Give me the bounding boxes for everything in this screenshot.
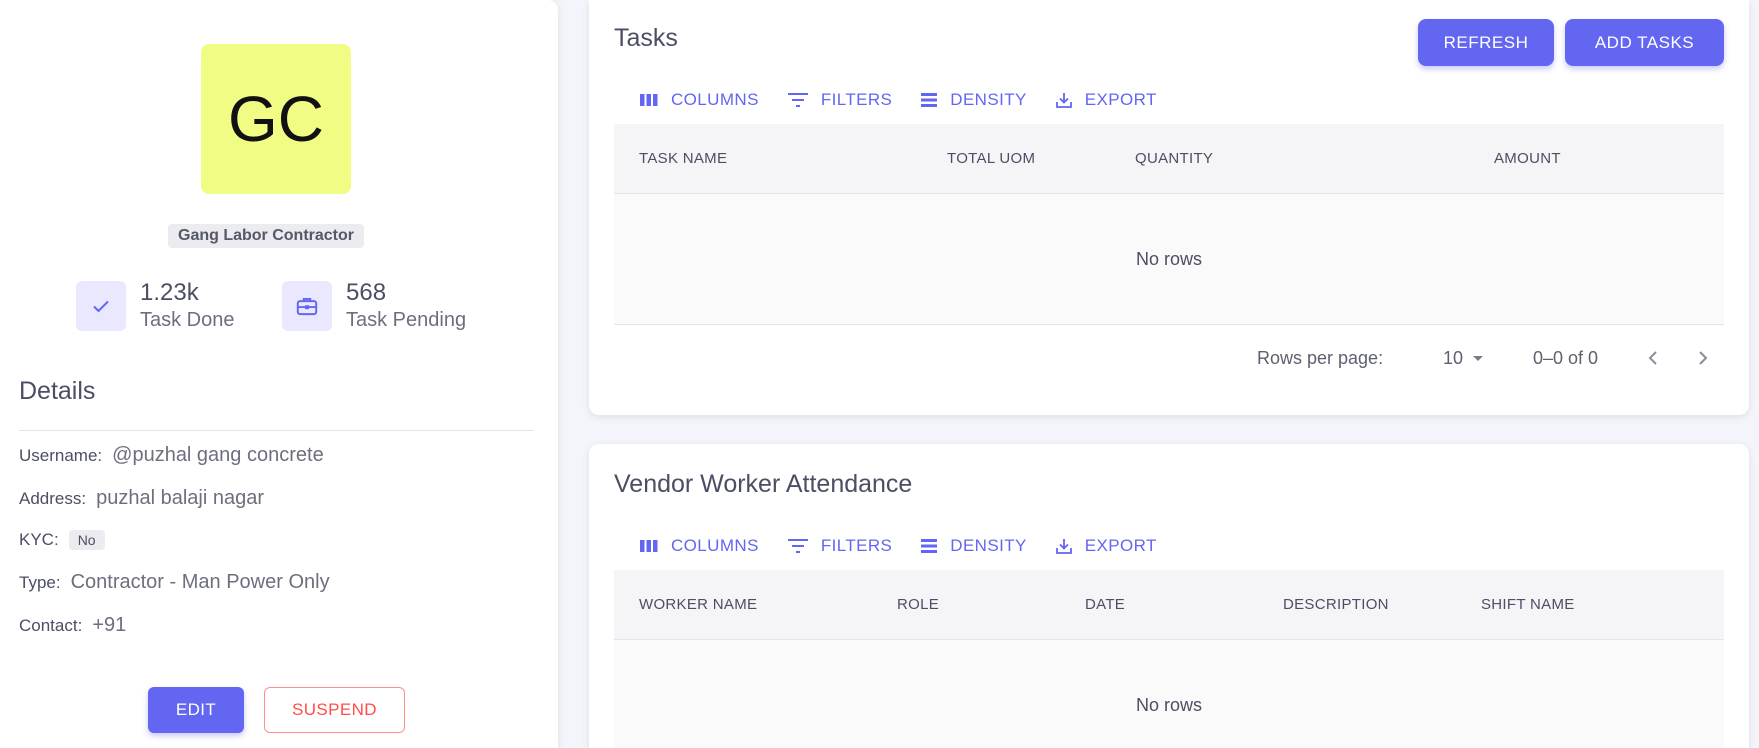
columns-label: COLUMNS xyxy=(671,536,759,555)
columns-icon xyxy=(640,540,658,552)
filters-label: FILTERS xyxy=(820,536,893,555)
detail-value: +91 xyxy=(92,614,127,636)
detail-value: Contractor - Man Power Only xyxy=(70,571,330,593)
briefcase-icon xyxy=(282,281,332,331)
rows-per-page-select[interactable]: 10 xyxy=(1443,338,1484,378)
columns-button[interactable]: COLUMNS xyxy=(639,536,759,556)
column-header[interactable]: WORKER NAME xyxy=(639,570,757,640)
filters-label: FILTERS xyxy=(820,90,893,109)
density-button[interactable]: DENSITY xyxy=(920,536,1026,556)
export-label: EXPORT xyxy=(1084,536,1157,555)
attendance-card: Vendor Worker Attendance COLUMNS FILTERS… xyxy=(589,444,1749,748)
density-icon xyxy=(921,539,938,553)
attendance-grid: WORKER NAME ROLE DATE DESCRIPTION SHIFT … xyxy=(614,570,1724,748)
filters-button[interactable]: FILTERS xyxy=(787,536,892,556)
download-icon xyxy=(1055,539,1072,554)
detail-kyc: KYC: No xyxy=(19,530,105,550)
avatar: GC xyxy=(201,44,351,194)
empty-text: No rows xyxy=(1135,248,1202,269)
detail-type: Type: Contractor - Man Power Only xyxy=(19,571,330,594)
attendance-toolbar: COLUMNS FILTERS DENSITY EXPORT xyxy=(639,536,1185,556)
suspend-button[interactable]: SUSPEND xyxy=(264,687,405,733)
stat-label: Task Done xyxy=(140,309,235,331)
column-header[interactable]: DATE xyxy=(1085,570,1125,640)
prev-page-button[interactable] xyxy=(1646,338,1660,392)
tasks-card: Tasks REFRESH ADD TASKS COLUMNS FILTERS … xyxy=(589,0,1749,415)
density-button[interactable]: DENSITY xyxy=(920,90,1026,110)
grid-header: WORKER NAME ROLE DATE DESCRIPTION SHIFT … xyxy=(614,570,1724,640)
chevron-left-icon xyxy=(1648,351,1657,365)
detail-key: Type: xyxy=(19,572,61,592)
column-header[interactable]: QUANTITY xyxy=(1135,124,1213,194)
chevron-right-icon xyxy=(1699,351,1708,365)
tasks-toolbar: COLUMNS FILTERS DENSITY EXPORT xyxy=(639,90,1185,110)
export-button[interactable]: EXPORT xyxy=(1055,536,1157,556)
stat-label: Task Pending xyxy=(346,309,467,331)
add-tasks-button[interactable]: ADD TASKS xyxy=(1565,19,1724,66)
stat-task-done: 1.23k Task Done xyxy=(76,279,235,333)
tasks-title: Tasks xyxy=(614,24,678,52)
export-button[interactable]: EXPORT xyxy=(1055,90,1157,110)
grid-empty-state: No rows xyxy=(614,640,1724,748)
details-title: Details xyxy=(19,377,96,405)
columns-label: COLUMNS xyxy=(671,90,759,109)
columns-button[interactable]: COLUMNS xyxy=(639,90,759,110)
density-icon xyxy=(921,93,938,107)
column-header[interactable]: DESCRIPTION xyxy=(1283,570,1389,640)
filter-icon xyxy=(787,93,808,107)
edit-button[interactable]: EDIT xyxy=(148,687,244,733)
detail-value: puzhal balaji nagar xyxy=(96,487,264,509)
empty-text: No rows xyxy=(1135,694,1202,715)
detail-contact: Contact: +91 xyxy=(19,614,126,637)
detail-address: Address: puzhal balaji nagar xyxy=(19,487,264,510)
detail-key: KYC: xyxy=(19,530,59,549)
grid-header: TASK NAME TOTAL UOM QUANTITY AMOUNT xyxy=(614,124,1724,194)
refresh-button[interactable]: REFRESH xyxy=(1418,19,1554,66)
stat-task-pending: 568 Task Pending xyxy=(282,279,466,333)
profile-card: GC Gang Labor Contractor 1.23k Task Done… xyxy=(0,0,558,748)
pagination: Rows per page: 10 0–0 of 0 xyxy=(614,338,1724,378)
detail-key: Contact: xyxy=(19,615,83,635)
filter-icon xyxy=(787,539,808,553)
caret-down-icon xyxy=(1473,355,1484,361)
density-label: DENSITY xyxy=(950,536,1027,555)
stat-value: 1.23k xyxy=(140,279,199,306)
stat-value: 568 xyxy=(346,279,387,306)
download-icon xyxy=(1055,93,1072,108)
column-header[interactable]: SHIFT NAME xyxy=(1481,570,1575,640)
detail-username: Username: @puzhal gang concrete xyxy=(19,444,324,467)
export-label: EXPORT xyxy=(1084,90,1157,109)
range-text: 0–0 of 0 xyxy=(1533,348,1599,368)
filters-button[interactable]: FILTERS xyxy=(787,90,892,110)
detail-key: Address: xyxy=(19,488,87,508)
role-chip: Gang Labor Contractor xyxy=(168,224,365,248)
next-page-button[interactable] xyxy=(1696,338,1710,392)
column-header[interactable]: TASK NAME xyxy=(639,124,727,194)
density-label: DENSITY xyxy=(950,90,1027,109)
avatar-initials: GC xyxy=(228,83,324,155)
grid-empty-state: No rows xyxy=(614,194,1724,325)
attendance-title: Vendor Worker Attendance xyxy=(614,470,913,498)
detail-key: Username: xyxy=(19,445,103,465)
column-header[interactable]: TOTAL UOM xyxy=(947,124,1035,194)
tasks-grid: TASK NAME TOTAL UOM QUANTITY AMOUNT No r… xyxy=(614,124,1724,325)
column-header[interactable]: ROLE xyxy=(897,570,939,640)
rows-per-page-label: Rows per page: xyxy=(1257,348,1384,368)
rows-per-page-value: 10 xyxy=(1443,348,1464,368)
columns-icon xyxy=(640,94,658,106)
check-icon xyxy=(76,281,126,331)
kyc-chip: No xyxy=(68,530,105,550)
detail-value: @puzhal gang concrete xyxy=(112,444,324,466)
column-header[interactable]: AMOUNT xyxy=(1494,124,1561,194)
details-divider xyxy=(19,430,534,431)
